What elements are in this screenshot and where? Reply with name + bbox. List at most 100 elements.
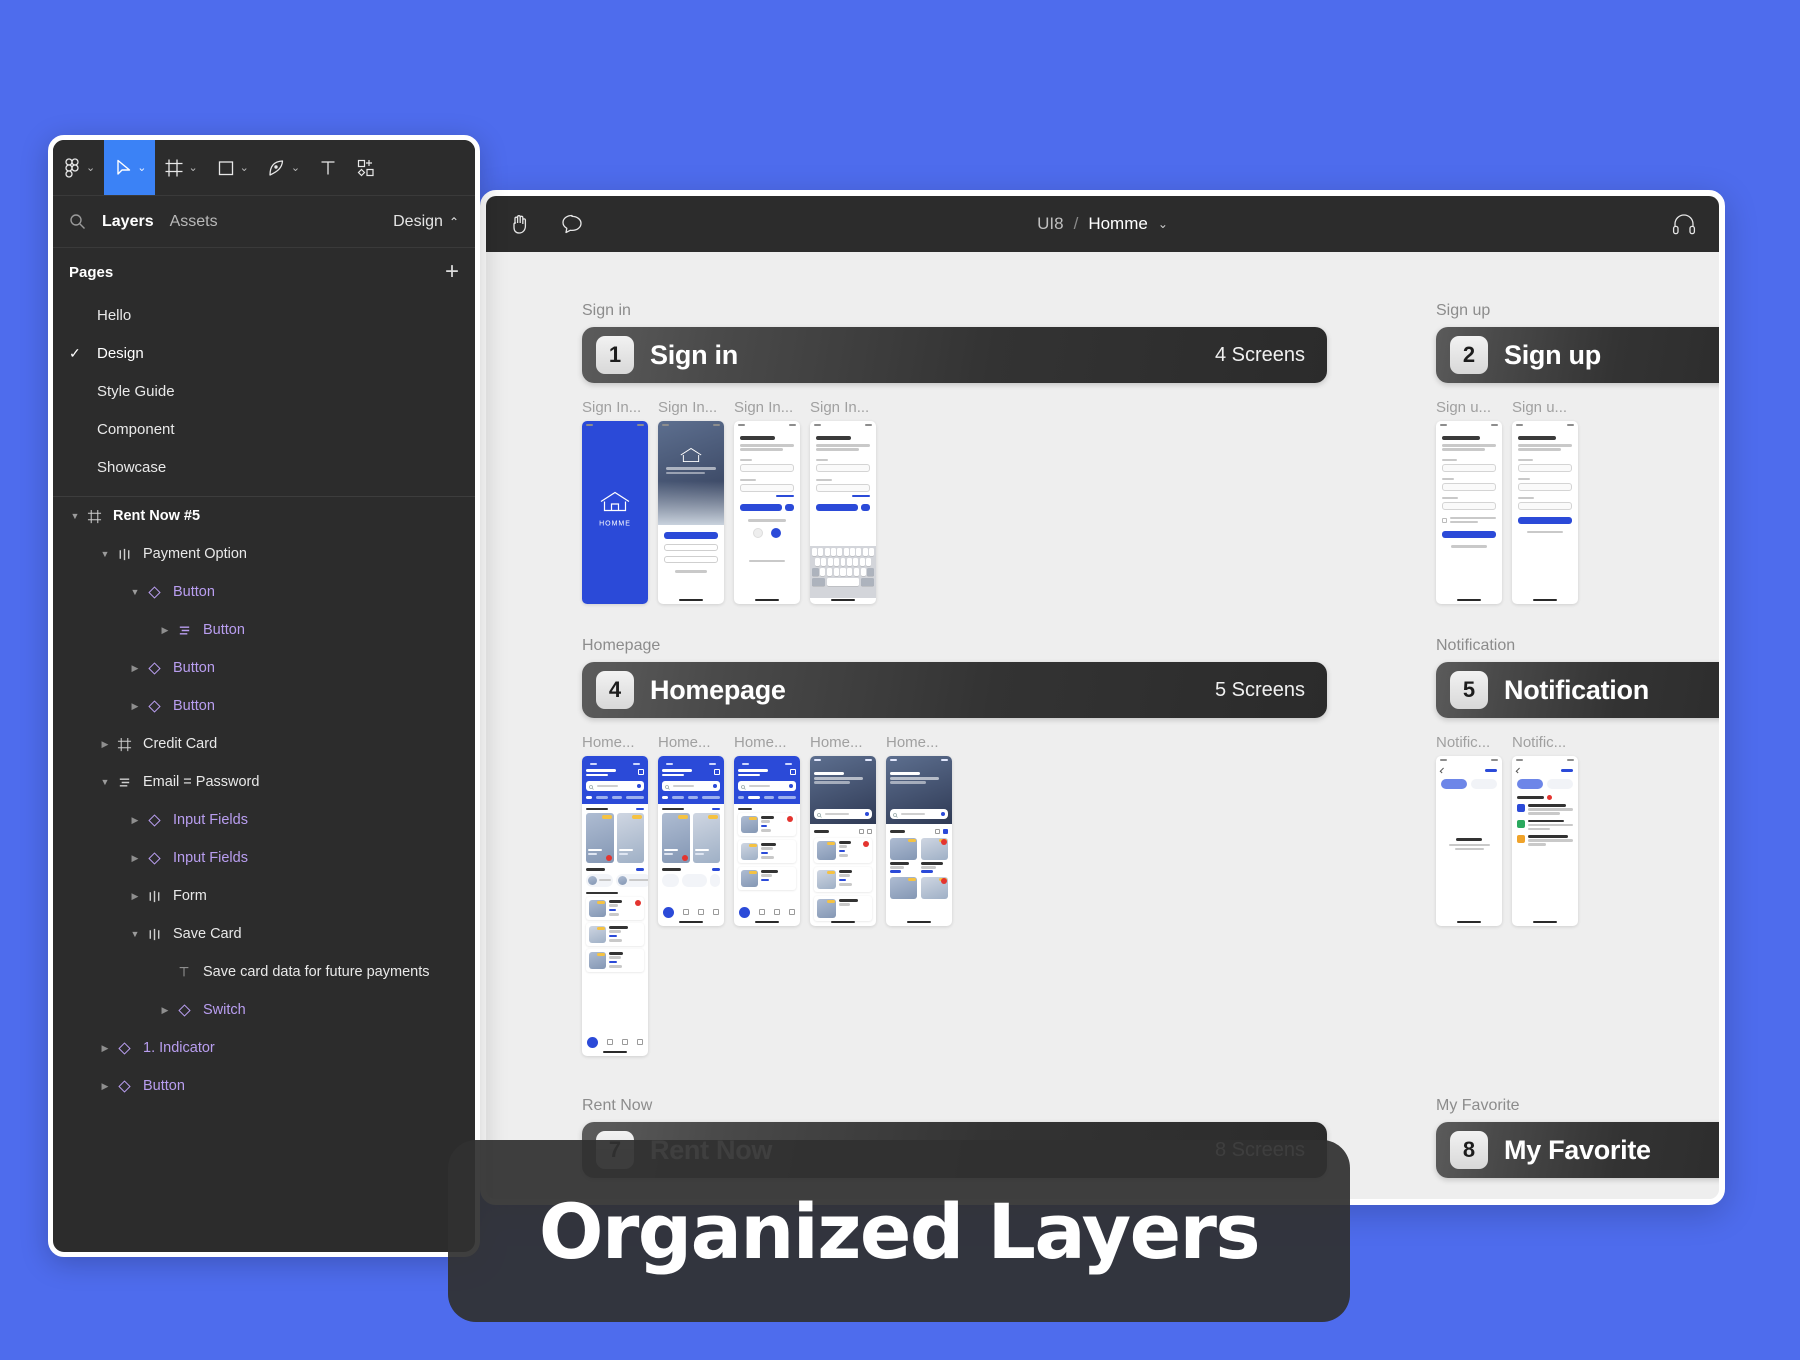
password-field[interactable] (1442, 501, 1496, 510)
breadcrumb-project[interactable]: UI8 (1037, 214, 1063, 234)
phone-frame-signup-alt[interactable] (1512, 421, 1578, 604)
signin-footer-text[interactable] (1527, 530, 1563, 533)
bottom-tab-bar[interactable] (582, 1035, 648, 1049)
clear-all-link[interactable] (1484, 769, 1497, 772)
google-signin-button[interactable] (753, 527, 763, 538)
forgot-password-link[interactable] (851, 494, 870, 497)
page-item-hello[interactable]: Hello (53, 296, 475, 334)
estate-card-image[interactable] (662, 813, 690, 863)
add-page-button[interactable]: + (445, 260, 459, 284)
thumbnail-item[interactable]: Home... (658, 734, 724, 926)
phone-frame-notification-empty[interactable] (1436, 756, 1502, 926)
phone-frame-onboarding[interactable] (658, 421, 724, 604)
thumbnail-item[interactable]: Notific... (1512, 734, 1578, 926)
caret-right-icon[interactable]: ▶ (127, 815, 143, 825)
fullname-field[interactable] (1442, 463, 1496, 472)
caret-down-icon[interactable]: ▼ (127, 587, 143, 597)
estate-card-image[interactable] (616, 813, 644, 863)
layer-row[interactable]: ▶ Button (53, 611, 475, 649)
terms-checkbox[interactable] (1442, 517, 1447, 523)
section-bar[interactable]: 8 My Favorite (1436, 1122, 1719, 1178)
tab-notification[interactable] (1441, 779, 1467, 789)
tab-favorites[interactable] (774, 909, 781, 915)
favorite-icon[interactable] (863, 841, 869, 847)
tab-home[interactable] (586, 1036, 598, 1048)
signin-footer-text[interactable] (1451, 545, 1487, 548)
text-tool-button[interactable] (309, 140, 347, 195)
frame-tool-button[interactable]: ⌄ (155, 140, 206, 195)
caret-down-icon[interactable]: ▼ (97, 777, 113, 787)
page-item-showcase[interactable]: Showcase (53, 448, 475, 486)
page-item-design[interactable]: ✓ Design (53, 334, 475, 372)
estate-list-item[interactable] (814, 867, 872, 892)
estate-list-item[interactable] (738, 867, 796, 890)
phone-frame-home-2[interactable] (658, 756, 724, 926)
sign-in-button[interactable] (740, 504, 782, 511)
notification-item[interactable] (1517, 804, 1573, 815)
design-panel-toggle[interactable]: Design ⌃ (393, 213, 459, 231)
layer-row[interactable]: ▼ Payment Option (53, 535, 475, 573)
search-input[interactable] (662, 781, 720, 791)
tab-search[interactable] (682, 909, 689, 915)
list-view-icon[interactable] (935, 829, 940, 834)
signup-footer-text[interactable] (749, 559, 785, 562)
fullname-field[interactable] (1518, 463, 1572, 472)
caret-down-icon[interactable]: ▼ (67, 511, 83, 521)
phone-frame-splash[interactable]: HOMME (582, 421, 648, 604)
layer-row[interactable]: ▶ Switch (53, 991, 475, 1029)
tab-layers[interactable]: Layers (102, 213, 154, 231)
phone-frame-home-popular[interactable] (734, 756, 800, 926)
layer-row[interactable]: ▶ Credit Card (53, 725, 475, 763)
sign-in-button[interactable] (816, 504, 858, 511)
sign-up-button[interactable] (1518, 516, 1572, 524)
category-chips[interactable] (662, 796, 720, 799)
canvas-body[interactable]: Sign in 1 Sign in 4 Screens Sign In... H… (486, 252, 1719, 1199)
password-field[interactable] (816, 483, 870, 492)
move-tool-button[interactable]: ⌄ (104, 140, 156, 195)
notification-tabs[interactable] (1512, 773, 1578, 789)
section-bar[interactable]: 5 Notification (1436, 662, 1719, 718)
filter-icon[interactable] (941, 812, 945, 816)
caret-right-icon[interactable]: ▶ (97, 1081, 113, 1091)
estate-list-item[interactable] (738, 840, 796, 863)
estate-list-item[interactable] (738, 813, 796, 836)
tab-messages[interactable] (1471, 779, 1497, 789)
section-bar[interactable]: 1 Sign in 4 Screens (582, 327, 1327, 383)
password-field[interactable] (1518, 501, 1572, 510)
page-item-style-guide[interactable]: Style Guide (53, 372, 475, 410)
caret-down-icon[interactable]: ▼ (97, 549, 113, 559)
see-all-link[interactable] (635, 868, 644, 871)
location-chip[interactable] (586, 873, 613, 887)
password-field[interactable] (740, 483, 794, 492)
caret-right-icon[interactable]: ▶ (127, 701, 143, 711)
tab-favorites[interactable] (698, 909, 705, 915)
thumbnail-item[interactable]: Sign In... (810, 399, 876, 604)
layer-row[interactable]: ▼ Button (53, 573, 475, 611)
thumbnail-item[interactable]: Notific... (1436, 734, 1502, 926)
thumbnail-item[interactable]: Sign In... HOMME (582, 399, 648, 604)
caret-right-icon[interactable]: ▶ (97, 1043, 113, 1053)
email-field[interactable] (1518, 482, 1572, 491)
favorite-icon[interactable] (635, 900, 641, 906)
thumbnail-item[interactable]: Home... (886, 734, 952, 926)
grid-view-icon[interactable] (943, 829, 948, 834)
bookmark-icon[interactable] (714, 769, 720, 775)
phone-frame-home-featured[interactable] (810, 756, 876, 926)
favorite-icon[interactable] (605, 855, 612, 861)
estate-grid-card[interactable] (890, 876, 917, 899)
phone-frame-home-1[interactable] (582, 756, 648, 1056)
notification-tabs[interactable] (1436, 773, 1502, 789)
thumbnail-item[interactable]: Home... (810, 734, 876, 926)
tab-profile[interactable] (713, 909, 720, 915)
email-field[interactable] (816, 463, 870, 472)
thumbnail-item[interactable]: Sign In... (658, 399, 724, 604)
tab-profile[interactable] (789, 909, 796, 915)
clear-all-link[interactable] (1560, 769, 1573, 772)
search-input[interactable] (586, 781, 644, 791)
layer-row[interactable]: Save card data for future payments (53, 953, 475, 991)
signup-footer-text[interactable] (674, 570, 708, 573)
facebook-signin-button[interactable] (771, 527, 781, 538)
favorite-icon[interactable] (941, 877, 947, 884)
search-input[interactable] (890, 809, 948, 819)
phone-frame-notification-list[interactable] (1512, 756, 1578, 926)
